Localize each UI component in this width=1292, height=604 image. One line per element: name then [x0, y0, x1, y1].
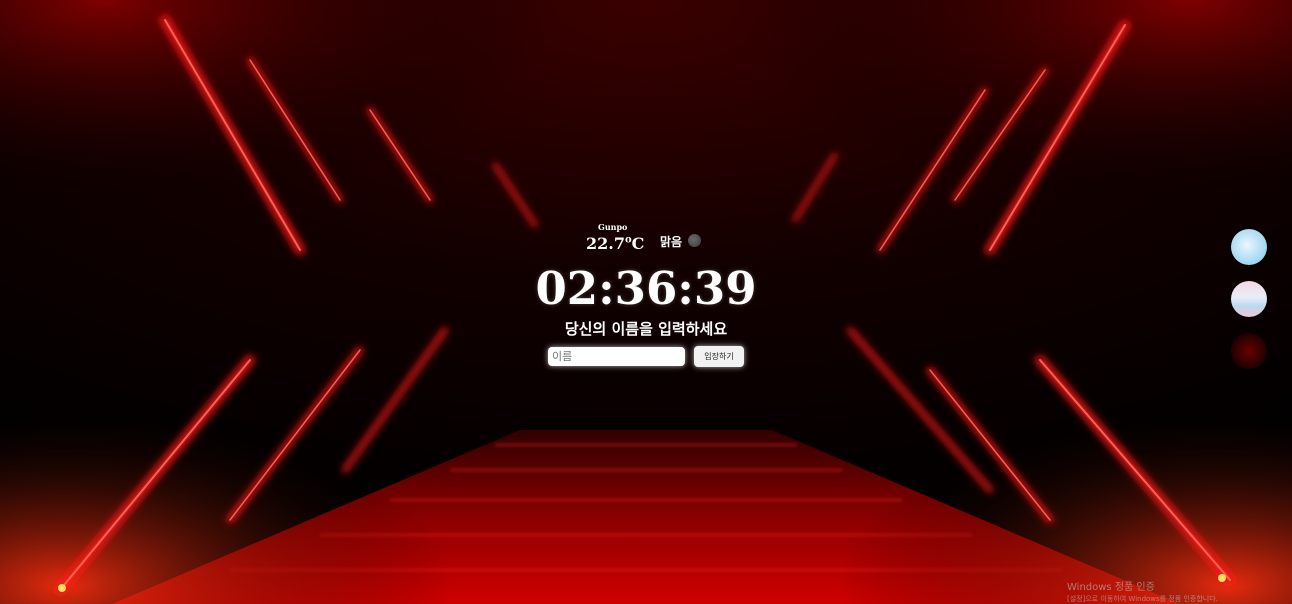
temperature-unit: C — [631, 234, 645, 253]
enter-button[interactable]: 입장하기 — [694, 346, 744, 367]
pink-theme-icon[interactable] — [1231, 281, 1267, 317]
watermark-subtitle: [설정]으로 이동하여 Windows를 정품 인증합니다. — [1067, 595, 1218, 603]
temperature-value: 22.7 — [586, 234, 625, 253]
name-prompt: 당신의 이름을 입력하세요 — [564, 320, 728, 338]
degree-symbol: o — [624, 234, 632, 246]
windows-activation-watermark: Windows 정품 인증 [설정]으로 이동하여 Windows를 정품 인증… — [1067, 578, 1218, 604]
weather-widget: Gunpo 22.7oC 맑음 — [586, 222, 716, 256]
weather-condition: 맑음 — [660, 235, 683, 249]
red-theme-icon[interactable] — [1231, 333, 1267, 369]
weather-city: Gunpo — [598, 222, 628, 232]
watermark-title: Windows 정품 인증 — [1067, 582, 1155, 593]
name-input[interactable] — [548, 347, 685, 366]
weather-temperature: 22.7oC — [586, 234, 644, 253]
sky-theme-icon[interactable] — [1231, 229, 1267, 265]
clock: 02:36:39 — [535, 262, 757, 315]
cloud-icon — [688, 234, 701, 247]
